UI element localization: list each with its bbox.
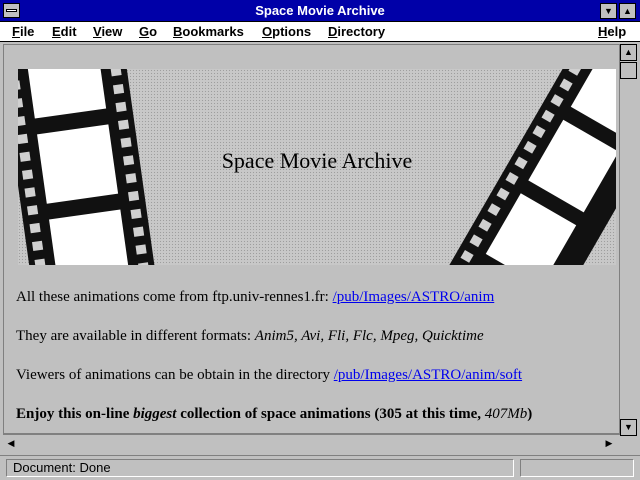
scroll-down-icon[interactable]: ▼: [620, 419, 637, 436]
viewers-line: Viewers of animations can be obtain in t…: [16, 367, 522, 384]
scroll-right-icon[interactable]: ▶: [601, 435, 617, 451]
enjoy-text-c: collection of space animations (305 at t…: [176, 406, 485, 422]
formats-list: Anim5, Avi, Fli, Flc, Mpeg, Quicktime: [254, 328, 484, 344]
banner-image: Space Movie Archive: [18, 69, 616, 265]
menu-edit[interactable]: Edit: [52, 24, 77, 39]
soft-directory-link[interactable]: /pub/Images/ASTRO/anim/soft: [334, 367, 522, 383]
document-view: Space Movie Archive All these animations…: [3, 44, 620, 434]
vertical-scroll-thumb[interactable]: [620, 62, 637, 79]
enjoy-text-a: Enjoy this on-line: [16, 406, 134, 422]
source-line: All these animations come from ftp.univ-…: [16, 289, 494, 306]
formats-line: They are available in different formats:…: [16, 328, 484, 345]
menu-file[interactable]: File: [12, 24, 34, 39]
scroll-left-icon[interactable]: ◀: [3, 435, 19, 451]
menu-go[interactable]: Go: [139, 24, 157, 39]
scroll-up-icon[interactable]: ▲: [620, 44, 637, 61]
viewers-text: Viewers of animations can be obtain in t…: [16, 367, 334, 383]
source-text: All these animations come from ftp.univ-…: [16, 289, 333, 305]
menu-directory[interactable]: Directory: [328, 24, 385, 39]
enjoy-text-b: biggest: [133, 406, 177, 422]
minimize-icon[interactable]: ▼: [600, 3, 617, 19]
enjoy-text-d: 407Mb: [484, 406, 528, 422]
progress-indicator: [520, 459, 634, 477]
status-bar: Document: Done: [0, 455, 640, 480]
status-text: Document: Done: [6, 459, 514, 477]
menu-help[interactable]: Help: [598, 24, 626, 39]
enjoy-text-e: ): [527, 406, 533, 422]
horizontal-scrollbar[interactable]: ◀ ▶: [3, 434, 620, 451]
title-bar: Space Movie Archive ▼ ▲: [0, 0, 640, 22]
menu-bookmarks[interactable]: Bookmarks: [173, 24, 244, 39]
menu-bar: File Edit View Go Bookmarks Options Dire…: [0, 22, 640, 42]
banner-title: Space Movie Archive: [221, 148, 413, 173]
formats-text: They are available in different formats:: [16, 328, 255, 344]
window-title: Space Movie Archive: [255, 3, 385, 18]
vertical-scrollbar[interactable]: ▲ ▼: [620, 44, 637, 436]
maximize-icon[interactable]: ▲: [619, 3, 636, 19]
anim-directory-link[interactable]: /pub/Images/ASTRO/anim: [333, 289, 495, 305]
enjoy-line: Enjoy this on-line biggest collection of…: [16, 406, 532, 423]
menu-options[interactable]: Options: [262, 24, 311, 39]
menu-view[interactable]: View: [93, 24, 122, 39]
